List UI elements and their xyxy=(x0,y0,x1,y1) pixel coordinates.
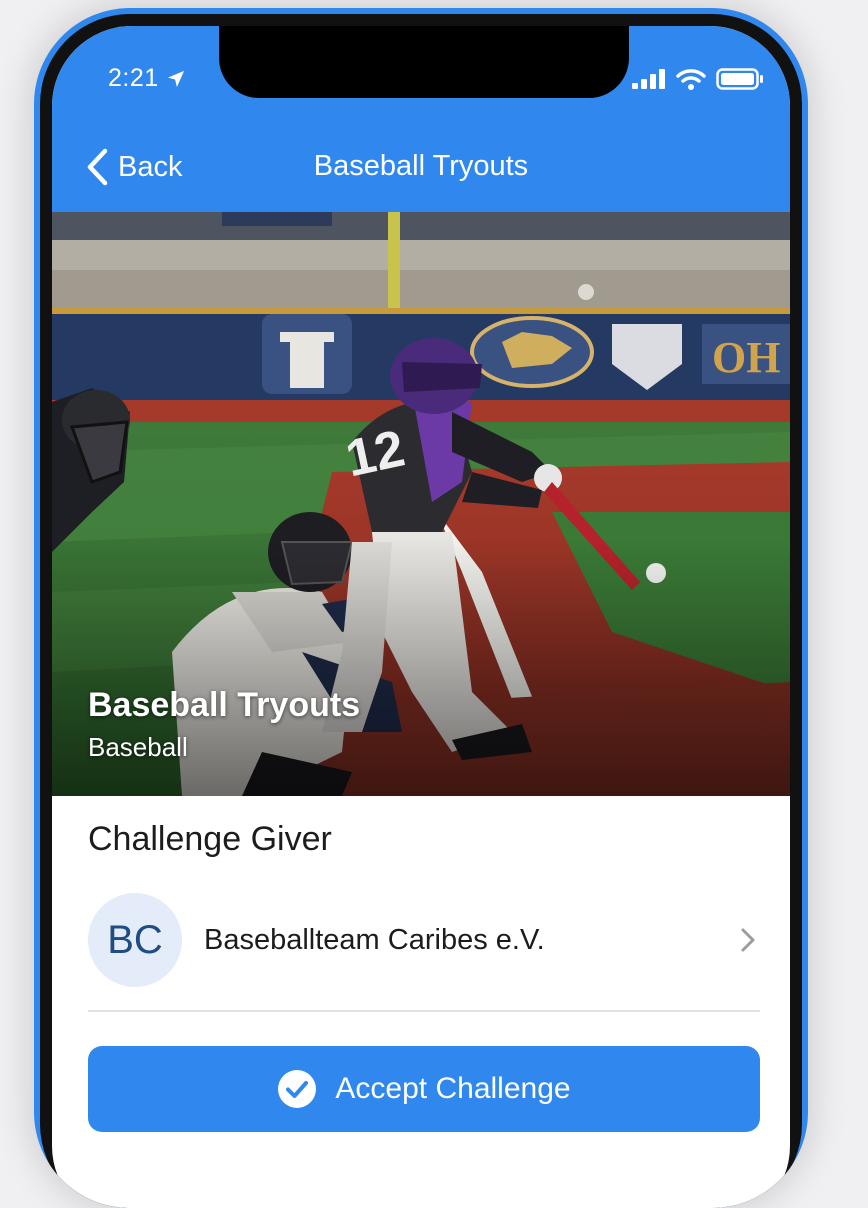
phone-frame: 2:21 Back Baseball Tryouts OH 12 Basebal… xyxy=(34,8,808,1208)
challenge-giver-row[interactable]: BC Baseballteam Caribes e.V. xyxy=(88,892,758,988)
accept-challenge-button[interactable]: Accept Challenge xyxy=(88,1046,760,1132)
challenge-giver-heading: Challenge Giver xyxy=(88,820,332,858)
hero-subtitle: Baseball xyxy=(88,732,188,762)
device-notch xyxy=(219,26,629,98)
signal-icon xyxy=(632,69,665,89)
hero-title: Baseball Tryouts xyxy=(88,686,361,724)
app-screen: 2:21 Back Baseball Tryouts OH 12 Basebal… xyxy=(52,26,790,1208)
avatar-initials: BC xyxy=(107,917,163,962)
navbar-title: Baseball Tryouts xyxy=(313,150,529,182)
battery-icon xyxy=(716,68,763,90)
location-arrow-icon xyxy=(167,70,184,87)
status-time-label: 2:21 xyxy=(108,64,159,92)
chevron-right-icon xyxy=(741,928,755,952)
checkmark-circle-icon xyxy=(278,1070,317,1108)
divider xyxy=(88,1010,760,1012)
svg-text:12: 12 xyxy=(341,420,410,489)
wifi-icon xyxy=(676,69,706,90)
status-time: 2:21 xyxy=(108,64,185,93)
status-icons xyxy=(632,68,764,90)
challenge-giver-name: Baseballteam Caribes e.V. xyxy=(204,923,545,956)
svg-text:OH: OH xyxy=(712,333,780,382)
avatar: BC xyxy=(88,893,182,987)
navigation-bar: 2:21 Back Baseball Tryouts xyxy=(52,26,790,212)
phone-bezel: 2:21 Back Baseball Tryouts OH 12 Basebal… xyxy=(40,14,802,1208)
hero-image: OH 12 Baseball Tryouts Baseball xyxy=(52,212,790,796)
accept-challenge-label: Accept Challenge xyxy=(335,1072,571,1105)
